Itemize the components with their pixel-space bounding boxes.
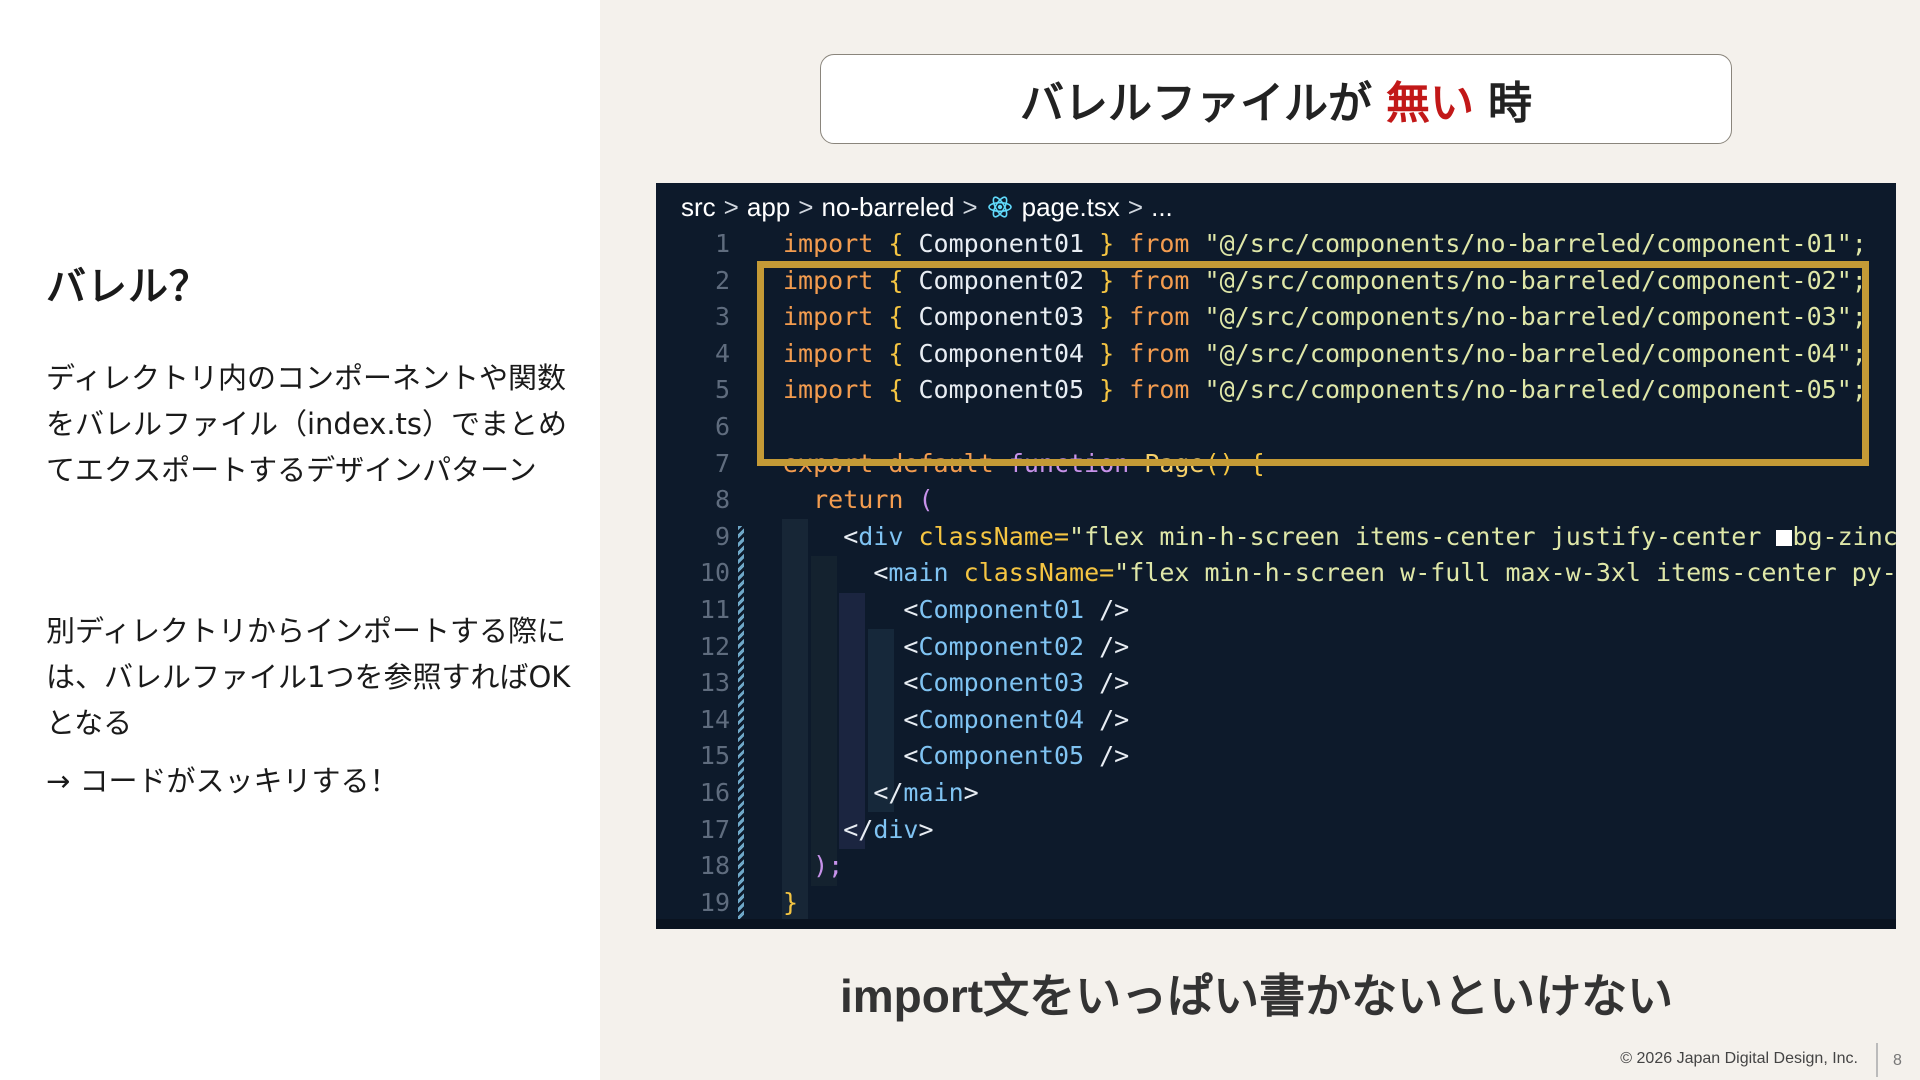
definition-paragraph: ディレクトリ内のコンポーネントや関数をバレルファイル（index.ts）でまとめ… xyxy=(46,361,568,487)
breadcrumb-separator: > xyxy=(798,191,814,222)
code-line: 8 return ( xyxy=(714,485,934,515)
breadcrumb-item-no-barreled[interactable]: no-barreled xyxy=(821,192,954,223)
breadcrumb-separator: > xyxy=(1127,191,1144,222)
breadcrumb-item-src[interactable]: src xyxy=(681,192,716,223)
code-line: 18 ); xyxy=(699,851,844,881)
breadcrumb-separator: > xyxy=(723,191,739,222)
usage-paragraph: 別ディレクトリからインポートする際には、バレルファイル1つを参照すればOKとなる xyxy=(46,614,571,740)
title-suffix: 時 xyxy=(1488,78,1532,129)
code-line: 13 <Component03 /> xyxy=(699,668,1130,698)
breadcrumb: src > app > no-barreled > page.tsx > ... xyxy=(681,189,1173,225)
breadcrumb-item-app[interactable]: app xyxy=(747,192,790,223)
slide-title-box: バレルファイルが 無い 時 xyxy=(820,54,1732,144)
title-prefix: バレルファイルが xyxy=(1020,78,1372,129)
code-area: 1 import { Component01 } from "@/src/comp… xyxy=(656,226,1896,926)
react-icon xyxy=(987,196,1012,218)
footer-divider xyxy=(1876,1043,1878,1077)
section-heading: バレル？ xyxy=(46,264,210,310)
code-line: 16 </main> xyxy=(699,777,979,807)
horizontal-scrollbar-track[interactable] xyxy=(656,919,1896,929)
code-line: 17 </div> xyxy=(699,814,934,844)
breadcrumb-separator: > xyxy=(962,191,978,222)
page-number: 8 xyxy=(1893,1052,1902,1069)
benefit-line: → コードがスッキリする！ xyxy=(46,764,399,798)
code-line: 11 <Component01 /> xyxy=(699,594,1130,624)
import-highlight-box xyxy=(757,261,1869,466)
code-line: 12 <Component02 /> xyxy=(699,631,1130,661)
code-editor-screenshot: src > app > no-barreled > page.tsx > ...… xyxy=(656,183,1896,929)
code-line: 10 <main className="flex min-h-screen w-… xyxy=(699,558,1896,588)
breadcrumb-item-more[interactable]: ... xyxy=(1151,192,1173,223)
explanation-panel: バレル？ ディレクトリ内のコンポーネントや関数をバレルファイル（index.ts… xyxy=(0,0,600,1080)
code-line: 15 <Component05 /> xyxy=(699,741,1130,771)
code-line: 1 import { Component01 } from "@/src/comp… xyxy=(714,229,1867,258)
code-line: 9 <div className="flex min-h-screen item… xyxy=(714,521,1896,551)
breadcrumb-item-file[interactable]: page.tsx xyxy=(1022,192,1120,223)
code-line: 14 <Component04 /> xyxy=(699,704,1130,734)
title-accent: 無い xyxy=(1386,78,1474,129)
footer-copyright: © 2026 Japan Digital Design, Inc. xyxy=(1620,1050,1858,1067)
slide-caption: import文をいっぱい書かないといけない xyxy=(840,970,1674,1022)
color-swatch xyxy=(1776,529,1793,546)
code-line: 19} xyxy=(699,887,799,917)
